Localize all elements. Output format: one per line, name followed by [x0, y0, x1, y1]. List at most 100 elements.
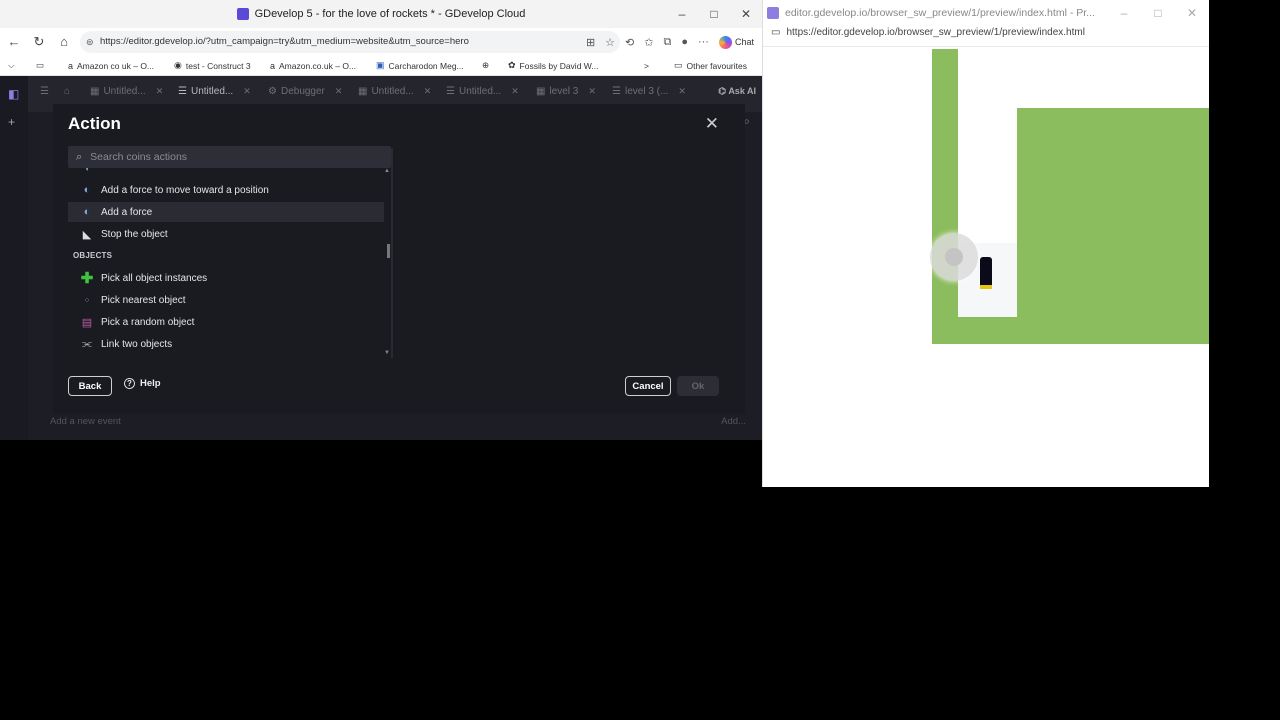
help-button[interactable]: ? Help — [124, 378, 161, 389]
amazon-icon: a — [270, 60, 276, 71]
search-actions-field[interactable]: ⌕ — [68, 146, 391, 168]
url-text: https://editor.gdevelop.io/?utm_campaign… — [100, 36, 469, 47]
close-icon[interactable]: ✕ — [705, 114, 719, 134]
tab-untitled-1[interactable]: ▦ Untitled... ✕ — [90, 86, 163, 97]
ask-ai-button[interactable]: ⌬ Ask AI — [718, 86, 756, 97]
close-tab-icon[interactable]: ✕ — [511, 86, 519, 97]
bookmarks-more-button[interactable]: > — [644, 61, 649, 71]
list-item-partial[interactable]: ◖ — [68, 168, 384, 174]
add-menu-link[interactable]: Add... — [721, 416, 746, 427]
gdevelop-logo-icon — [767, 7, 779, 19]
section-header-objects: OBJECTS — [73, 251, 113, 260]
gdevelop-left-rail: ◧ + — [0, 76, 28, 440]
site-info-icon: ▭ — [771, 27, 781, 38]
preview-browser-window: editor.gdevelop.io/browser_sw_preview/1/… — [762, 0, 1209, 487]
green-platform-right — [1017, 108, 1209, 344]
player-sprite-base — [980, 285, 992, 289]
cancel-button[interactable]: Cancel — [625, 376, 671, 396]
force-icon: ◖ — [84, 168, 90, 173]
bookmark-item[interactable]: ◉ test - Construct 3 — [174, 60, 251, 71]
list-item[interactable]: ▤ Pick a random object — [68, 312, 384, 332]
events-icon: ☰ — [446, 86, 455, 97]
close-tab-icon[interactable]: ✕ — [424, 86, 432, 97]
back-button[interactable]: Back — [68, 376, 112, 396]
left-browser-window: GDevelop 5 - for the love of rockets * -… — [0, 0, 762, 440]
fossils-icon: ✿ — [508, 60, 516, 70]
list-item[interactable]: ⫘ Link two objects — [68, 334, 384, 354]
back-arrow-icon[interactable]: ← — [2, 34, 26, 49]
bookmark-item[interactable]: a Amazon co uk – O... — [68, 61, 154, 71]
list-item[interactable]: ◐ Add a force to move toward a position — [68, 180, 384, 200]
nearest-icon: ⁘ — [83, 295, 91, 305]
list-scrollbar-thumb[interactable] — [387, 244, 390, 258]
scroll-down-icon[interactable]: ▼ — [384, 350, 390, 356]
close-tab-icon[interactable]: ✕ — [335, 86, 343, 97]
reload-icon[interactable]: ↻ — [27, 34, 51, 50]
virtual-joystick[interactable] — [930, 233, 978, 281]
minimize-button[interactable]: – — [1107, 6, 1141, 20]
joystick-thumb[interactable] — [945, 248, 963, 266]
tab-level-3-events[interactable]: ☰ level 3 (... ✕ — [612, 86, 686, 97]
bookmark-blue-icon: ▣ — [376, 60, 385, 70]
collapse-bookmarks-icon[interactable]: ⌵ — [8, 60, 14, 71]
tab-untitled-4[interactable]: ☰ Untitled... ✕ — [446, 86, 519, 97]
add-new-event-link[interactable]: Add a new event — [50, 416, 121, 427]
link-icon: ⫘ — [82, 337, 92, 350]
left-window-title: GDevelop 5 - for the love of rockets * -… — [254, 8, 526, 20]
collections-icon[interactable]: ⧉ — [663, 36, 671, 49]
list-scrollbar-track[interactable] — [391, 148, 393, 358]
list-item[interactable]: ✚ Pick all object instances — [68, 268, 384, 288]
list-item[interactable]: ◣ Stop the object — [68, 224, 384, 244]
other-favourites[interactable]: ▭ Other favourites — [674, 60, 747, 71]
bookmark-item[interactable]: ✿ Fossils by David W... — [508, 60, 598, 71]
ai-icon: ⌬ — [718, 86, 729, 96]
close-tab-icon[interactable]: ✕ — [156, 86, 164, 97]
tab-untitled-2[interactable]: ☰ Untitled... ✕ — [178, 86, 251, 107]
maximize-button[interactable]: □ — [698, 7, 730, 21]
add-icon[interactable]: + — [8, 116, 20, 128]
extensions-icon[interactable]: ⟲ — [625, 36, 634, 49]
home-icon[interactable]: ⌂ — [52, 34, 76, 49]
tab-untitled-3[interactable]: ▦ Untitled... ✕ — [358, 86, 431, 97]
close-tab-icon[interactable]: ✕ — [588, 86, 596, 97]
copilot-chat-button[interactable]: Chat — [718, 35, 754, 49]
favorites-icon[interactable]: ✩ — [644, 36, 653, 49]
folder-icon: ▭ — [674, 60, 683, 70]
scroll-up-icon[interactable]: ▲ — [384, 168, 390, 174]
ok-button[interactable]: Ok — [677, 376, 719, 396]
globe-icon[interactable]: ⊕ — [482, 60, 489, 71]
bookmark-item[interactable]: a Amazon.co.uk – O... — [270, 61, 356, 71]
list-item-selected[interactable]: ◐ Add a force — [68, 202, 384, 222]
preview-window-controls: – □ ✕ — [1107, 0, 1209, 26]
construct-icon: ◉ — [174, 60, 182, 70]
scene-icon: ▦ — [536, 86, 546, 97]
tab-debugger[interactable]: ⚙ Debugger ✕ — [268, 86, 342, 97]
minimize-button[interactable]: – — [666, 7, 698, 21]
game-canvas[interactable] — [763, 47, 1209, 487]
gdevelop-logo-icon — [236, 8, 249, 20]
reading-icon[interactable]: ▭ — [36, 60, 44, 71]
profile-icon[interactable]: ● — [681, 36, 688, 48]
menu-icon[interactable]: ☰ — [40, 86, 49, 97]
more-icon[interactable]: ··· — [698, 36, 709, 48]
preview-url-bar[interactable]: ▭ https://editor.gdevelop.io/browser_sw_… — [771, 27, 1085, 38]
tab-level-3[interactable]: ▦ level 3 ✕ — [536, 86, 596, 97]
favorite-star-icon[interactable]: ☆ — [605, 36, 615, 49]
list-item[interactable]: ⁘ Pick nearest object — [68, 290, 384, 310]
close-tab-icon[interactable]: ✕ — [243, 86, 251, 97]
maximize-button[interactable]: □ — [1141, 6, 1175, 20]
home-tab-icon[interactable]: ⌂ — [64, 86, 70, 97]
close-window-button[interactable]: ✕ — [1175, 6, 1209, 20]
force-icon: ◐ — [83, 206, 91, 218]
gdevelop-app-icon: ◧ — [8, 87, 20, 101]
bookmark-item[interactable]: ▣ Carcharodon Meg... — [376, 60, 464, 71]
close-window-button[interactable]: ✕ — [730, 7, 762, 21]
close-tab-icon[interactable]: ✕ — [678, 86, 686, 97]
amazon-icon: a — [68, 60, 74, 71]
search-input[interactable] — [90, 151, 371, 163]
app-available-icon[interactable]: ⊞ — [586, 36, 595, 49]
dialog-title: Action — [68, 114, 121, 133]
events-icon: ☰ — [612, 86, 621, 97]
events-icon: ☰ — [178, 86, 187, 97]
url-field[interactable]: ⊜ https://editor.gdevelop.io/?utm_campai… — [80, 31, 620, 53]
